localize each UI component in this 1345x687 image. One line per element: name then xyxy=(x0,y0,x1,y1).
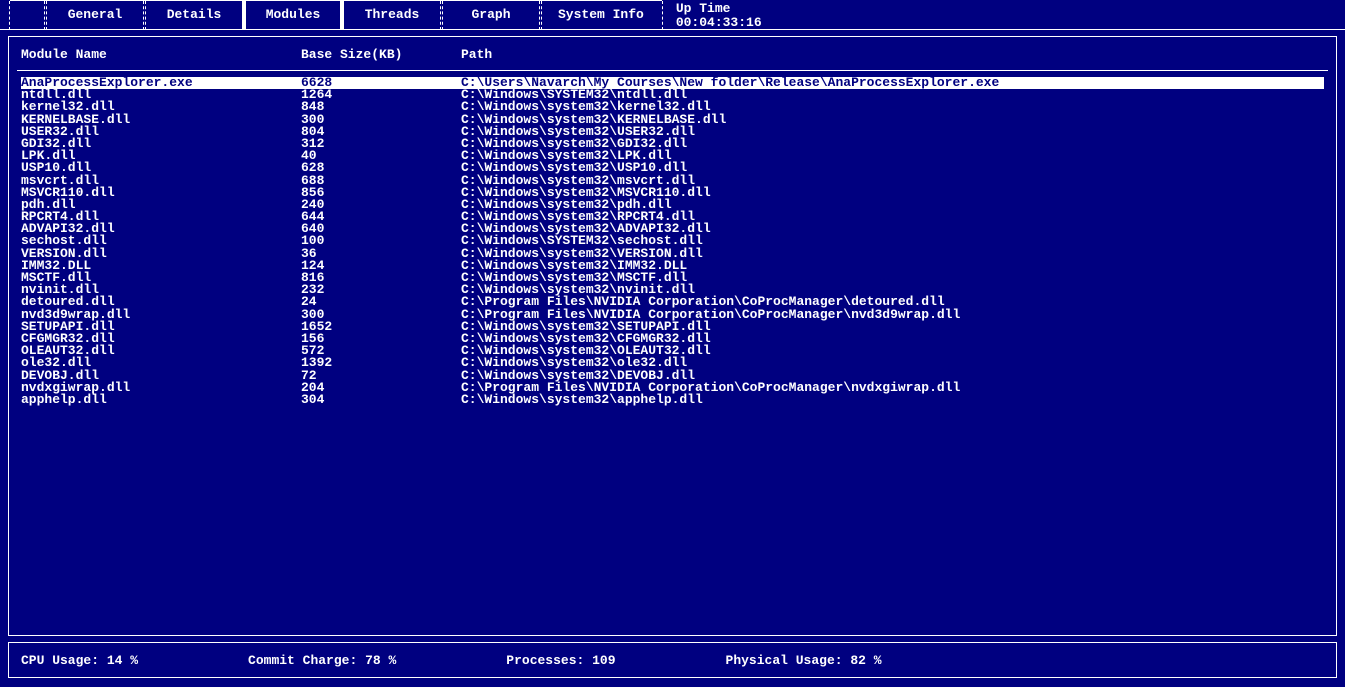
cell-size: 72 xyxy=(301,370,461,382)
content-frame: Module Name Base Size(KB) Path AnaProces… xyxy=(8,36,1337,636)
status-physical: Physical Usage: 82 % xyxy=(726,653,882,668)
cell-size: 232 xyxy=(301,284,461,296)
cell-size: 804 xyxy=(301,126,461,138)
cell-size: 856 xyxy=(301,187,461,199)
cell-size: 100 xyxy=(301,235,461,247)
col-header-name[interactable]: Module Name xyxy=(21,47,301,62)
status-cpu: CPU Usage: 14 % xyxy=(21,653,138,668)
cell-size: 628 xyxy=(301,162,461,174)
cell-size: 1652 xyxy=(301,321,461,333)
cell-size: 24 xyxy=(301,296,461,308)
tab-modules[interactable]: ────────────── Modules xyxy=(243,0,343,29)
tab-active-marker: ────────────── xyxy=(269,0,317,5)
status-processes: Processes: 109 xyxy=(506,653,615,668)
tab-threads[interactable]: Threads xyxy=(342,0,442,29)
cell-size: 640 xyxy=(301,223,461,235)
status-commit: Commit Charge: 78 % xyxy=(248,653,396,668)
module-list[interactable]: AnaProcessExplorer.exe6628C:\Users\Navar… xyxy=(9,71,1336,635)
col-header-size[interactable]: Base Size(KB) xyxy=(301,47,461,62)
cell-size: 644 xyxy=(301,211,461,223)
tab-general[interactable]: General xyxy=(45,0,145,29)
cell-size: 688 xyxy=(301,175,461,187)
tab-stub xyxy=(10,0,46,29)
tab-bar: General Details ────────────── Modules T… xyxy=(0,0,1345,30)
uptime-label: Up Time xyxy=(676,2,762,16)
cell-size: 36 xyxy=(301,248,461,260)
uptime-value: 00:04:33:16 xyxy=(676,16,762,30)
cell-size: 816 xyxy=(301,272,461,284)
status-bar: CPU Usage: 14 % Commit Charge: 78 % Proc… xyxy=(8,642,1337,678)
uptime-display: Up Time 00:04:33:16 xyxy=(662,0,776,29)
tab-graph[interactable]: Graph xyxy=(441,0,541,29)
cell-size: 40 xyxy=(301,150,461,162)
tab-system-info[interactable]: System Info xyxy=(540,0,662,29)
table-row[interactable]: GDI32.dll312C:\Windows\system32\GDI32.dl… xyxy=(21,138,1324,150)
cell-size: 204 xyxy=(301,382,461,394)
cell-size: 304 xyxy=(301,394,461,406)
col-header-path[interactable]: Path xyxy=(461,47,1324,62)
table-row[interactable]: MSVCR110.dll856C:\Windows\system32\MSVCR… xyxy=(21,187,1324,199)
column-headers: Module Name Base Size(KB) Path xyxy=(9,37,1336,70)
cell-size: 312 xyxy=(301,138,461,150)
tab-details[interactable]: Details xyxy=(144,0,244,29)
cell-size: 300 xyxy=(301,114,461,126)
cell-size: 848 xyxy=(301,101,461,113)
cell-path: C:\Windows\system32\apphelp.dll xyxy=(461,394,1324,406)
cell-size: 1264 xyxy=(301,89,461,101)
cell-size: 124 xyxy=(301,260,461,272)
cell-size: 1392 xyxy=(301,357,461,369)
cell-size: 156 xyxy=(301,333,461,345)
cell-name: apphelp.dll xyxy=(21,394,301,406)
cell-size: 240 xyxy=(301,199,461,211)
table-row[interactable]: apphelp.dll304C:\Windows\system32\apphel… xyxy=(21,394,1324,406)
